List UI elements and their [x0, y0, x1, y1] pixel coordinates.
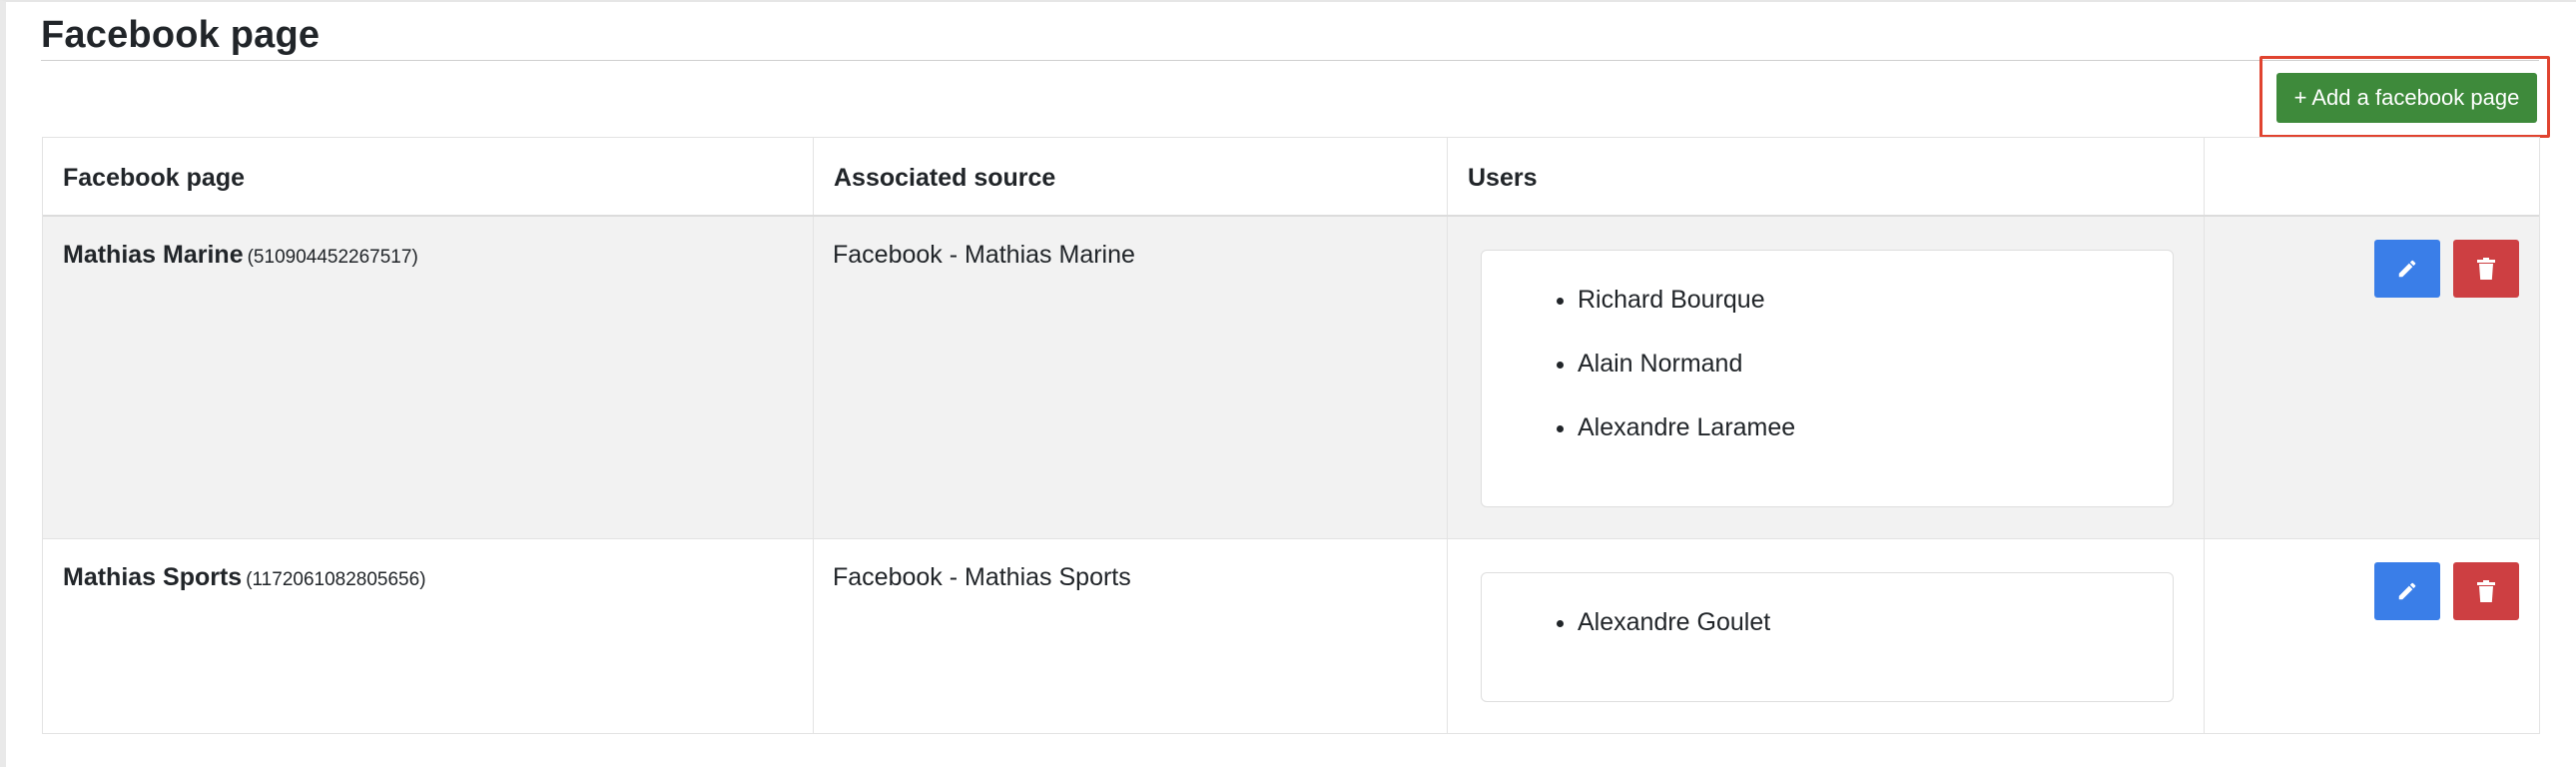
trash-icon	[2477, 258, 2495, 280]
actions-cell	[2205, 217, 2539, 538]
associated-source-cell: Facebook - Mathias Sports	[814, 539, 1448, 733]
facebook-page-name: Mathias Sports	[63, 563, 243, 591]
delete-button[interactable]	[2453, 562, 2519, 620]
table-row: Mathias Marine (510904452267517) Facebook…	[43, 217, 2539, 539]
page-title: Facebook page	[41, 14, 321, 56]
associated-source: Facebook - Mathias Marine	[833, 241, 1135, 269]
users-cell: Richard Bourque Alain Normand Alexandre …	[1448, 217, 2205, 538]
actions-cell	[2205, 539, 2539, 733]
delete-button[interactable]	[2453, 240, 2519, 298]
column-header-actions	[2205, 138, 2539, 215]
trash-icon	[2477, 580, 2495, 602]
user-list-item: Alexandre Goulet	[1578, 607, 2173, 671]
table-row: Mathias Sports (1172061082805656) Faceboo…	[43, 539, 2539, 733]
user-list-item: Richard Bourque	[1578, 285, 2173, 349]
facebook-page-id: (510904452267517)	[247, 247, 418, 268]
edit-button[interactable]	[2374, 240, 2440, 298]
users-list: Alexandre Goulet	[1482, 573, 2173, 671]
column-header-users: Users	[1448, 138, 2205, 215]
add-facebook-page-button[interactable]: + Add a facebook page	[2276, 73, 2537, 123]
facebook-pages-table: Facebook page Associated source Users Ma…	[42, 137, 2540, 734]
edit-button[interactable]	[2374, 562, 2440, 620]
column-header-associated-source: Associated source	[814, 138, 1448, 215]
users-list-box: Alexandre Goulet	[1481, 572, 2174, 702]
user-list-item: Alain Normand	[1578, 349, 2173, 412]
user-list-item: Alexandre Laramee	[1578, 412, 2173, 476]
add-button-label: + Add a facebook page	[2293, 85, 2520, 110]
pencil-icon	[2398, 582, 2416, 600]
facebook-page-cell: Mathias Marine (510904452267517)	[43, 217, 814, 538]
title-divider	[41, 60, 2539, 61]
associated-source: Facebook - Mathias Sports	[833, 563, 1131, 591]
facebook-page-cell: Mathias Sports (1172061082805656)	[43, 539, 814, 733]
column-header-facebook-page: Facebook page	[43, 138, 814, 215]
associated-source-cell: Facebook - Mathias Marine	[814, 217, 1448, 538]
table-header-row: Facebook page Associated source Users	[43, 138, 2539, 217]
pencil-icon	[2398, 260, 2416, 278]
users-cell: Alexandre Goulet	[1448, 539, 2205, 733]
users-list: Richard Bourque Alain Normand Alexandre …	[1482, 251, 2173, 476]
facebook-page-id: (1172061082805656)	[246, 569, 426, 590]
facebook-page-name: Mathias Marine	[63, 241, 244, 269]
users-list-box: Richard Bourque Alain Normand Alexandre …	[1481, 250, 2174, 507]
